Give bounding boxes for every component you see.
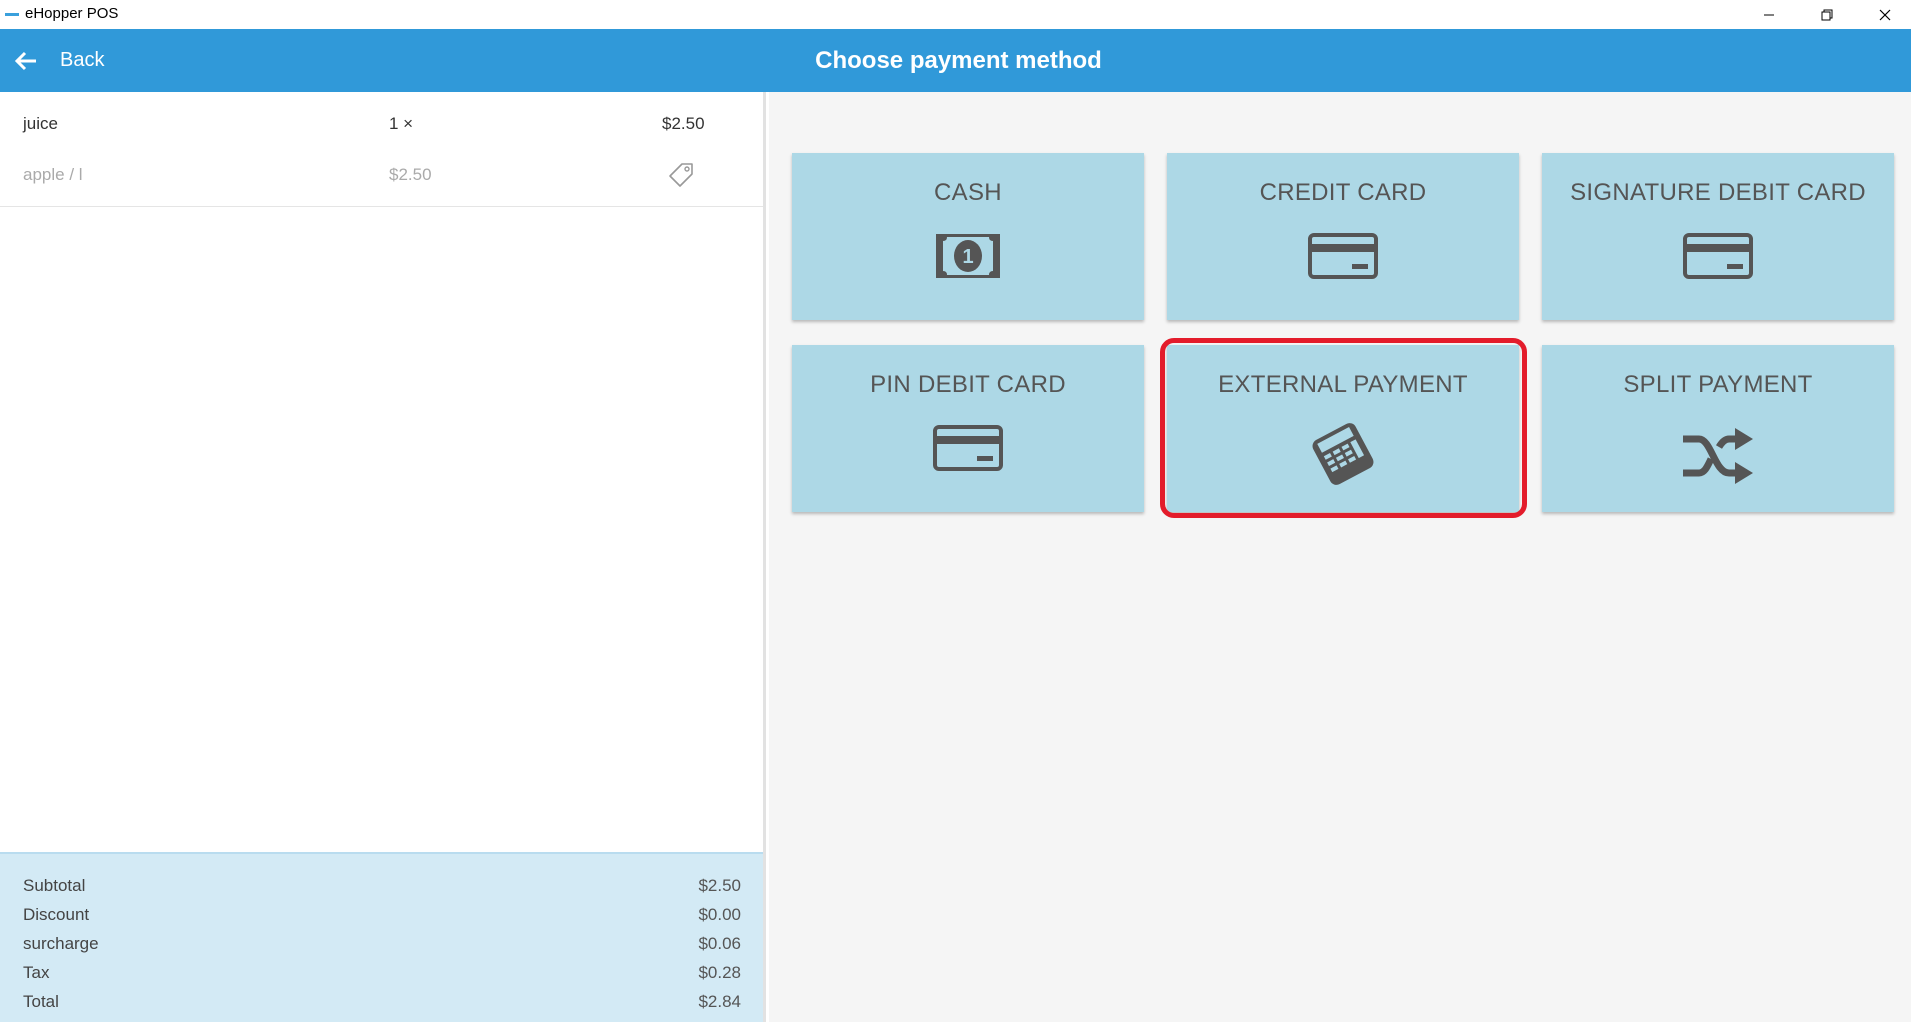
credit-card-icon xyxy=(1308,233,1378,279)
restore-icon xyxy=(1821,9,1833,20)
discount-value: $0.00 xyxy=(698,905,741,924)
svg-text:1: 1 xyxy=(962,246,973,268)
item-price: $2.50 xyxy=(662,114,705,133)
subtotal-row: Subtotal $2.50 xyxy=(23,876,741,896)
cash-button[interactable]: CASH 1 xyxy=(792,153,1144,320)
shuffle-icon xyxy=(1683,428,1753,484)
order-panel: juice 1 × $2.50 apple / l $2.50 Subtotal… xyxy=(0,92,766,1022)
total-value: $2.84 xyxy=(698,992,741,1011)
discount-tag-icon[interactable] xyxy=(668,162,694,193)
cash-icon: 1 xyxy=(936,234,1000,278)
page-title: Choose payment method xyxy=(815,47,1102,74)
subtotal-label: Subtotal xyxy=(23,876,86,895)
pin-debit-card-button[interactable]: PIN DEBIT CARD xyxy=(792,345,1144,512)
tax-value: $0.28 xyxy=(698,963,741,982)
minimize-button[interactable] xyxy=(1740,0,1798,29)
split-payment-button[interactable]: SPLIT PAYMENT xyxy=(1542,345,1894,512)
discount-label: Discount xyxy=(23,905,90,924)
surcharge-label: surcharge xyxy=(23,934,99,953)
item-unit-price: $2.50 xyxy=(389,165,432,184)
restore-button[interactable] xyxy=(1798,0,1856,29)
app-icon xyxy=(5,13,19,16)
total-label: Total xyxy=(23,992,59,1011)
item-quantity: 1 × xyxy=(389,114,414,133)
item-modifier: apple / l xyxy=(23,165,83,184)
credit-card-label: CREDIT CARD xyxy=(1259,179,1427,206)
window-titlebar: eHopper POS xyxy=(0,0,1911,29)
pin-debit-card-label: PIN DEBIT CARD xyxy=(870,371,1066,398)
signature-debit-card-label: SIGNATURE DEBIT CARD xyxy=(1570,179,1866,206)
tax-label: Tax xyxy=(23,963,50,982)
selection-highlight xyxy=(1160,338,1527,518)
surcharge-row: surcharge $0.06 xyxy=(23,934,741,954)
surcharge-value: $0.06 xyxy=(698,934,741,953)
minimize-icon xyxy=(1764,14,1774,15)
app-header: Back Choose payment method xyxy=(0,29,1911,92)
total-row: Total $2.84 xyxy=(23,992,741,1012)
signature-debit-card-button[interactable]: SIGNATURE DEBIT CARD xyxy=(1542,153,1894,320)
order-item[interactable]: juice 1 × $2.50 apple / l $2.50 xyxy=(0,92,763,207)
credit-card-icon xyxy=(1683,233,1753,279)
window-title: eHopper POS xyxy=(25,5,119,22)
close-icon xyxy=(1879,9,1891,20)
split-payment-label: SPLIT PAYMENT xyxy=(1623,371,1813,398)
cash-label: CASH xyxy=(934,179,1002,206)
discount-row: Discount $0.00 xyxy=(23,905,741,925)
credit-card-button[interactable]: CREDIT CARD xyxy=(1167,153,1519,320)
subtotal-value: $2.50 xyxy=(698,876,741,895)
tax-row: Tax $0.28 xyxy=(23,963,741,983)
order-totals: Subtotal $2.50 Discount $0.00 surcharge … xyxy=(0,852,763,1022)
item-name: juice xyxy=(23,114,58,133)
payment-methods-panel: CASH 1 CREDIT CARD SIGNATURE DEBIT CARD xyxy=(769,92,1911,1022)
close-button[interactable] xyxy=(1856,0,1911,29)
credit-card-icon xyxy=(933,425,1003,471)
